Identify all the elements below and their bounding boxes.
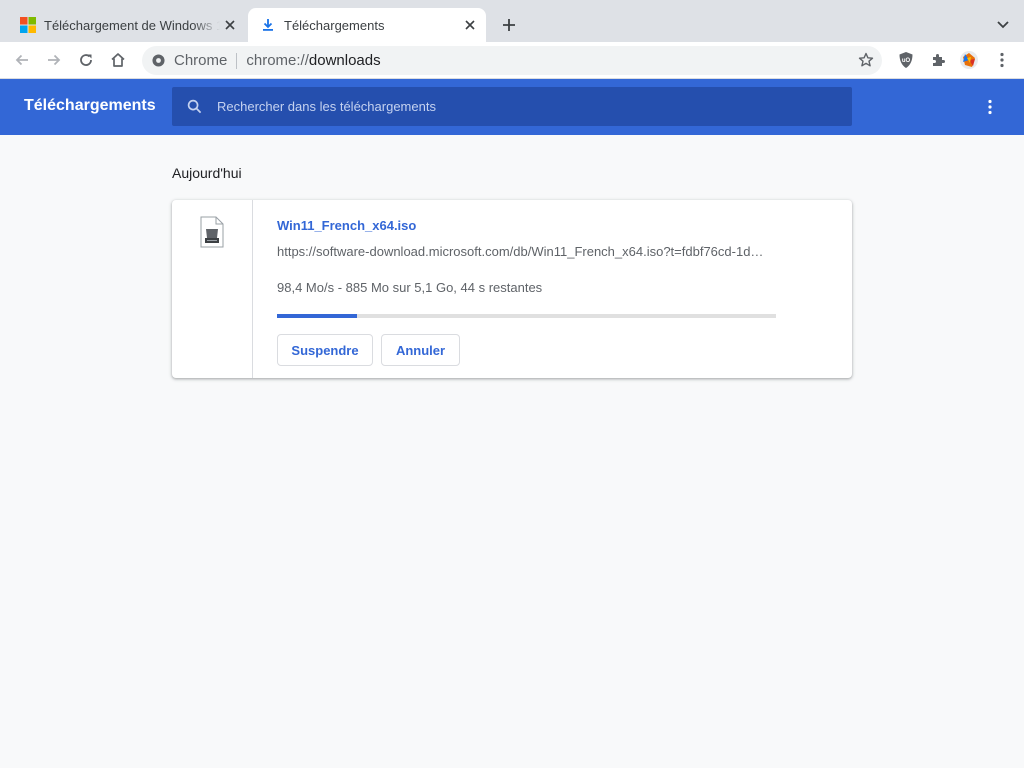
date-heading: Aujourd'hui bbox=[172, 165, 242, 181]
tab-windows11-download[interactable]: Téléchargement de Windows 11 bbox=[8, 8, 246, 42]
download-progress-fill bbox=[277, 314, 357, 318]
page-title: Téléchargements bbox=[24, 97, 156, 114]
profile-avatar-icon[interactable] bbox=[957, 48, 981, 72]
file-icon-column bbox=[172, 200, 253, 378]
chevron-down-icon[interactable] bbox=[992, 14, 1014, 36]
download-item: Win11_French_x64.iso https://software-do… bbox=[172, 200, 852, 378]
home-icon[interactable] bbox=[106, 48, 130, 72]
tab-strip: Téléchargement de Windows 11 Téléchargem… bbox=[0, 0, 1024, 42]
url-path: downloads bbox=[308, 52, 381, 69]
download-progress-bar bbox=[277, 314, 776, 318]
close-tab-icon[interactable] bbox=[220, 15, 240, 35]
bookmark-star-icon[interactable] bbox=[856, 50, 876, 70]
tab-title: Téléchargement de Windows 11 bbox=[44, 17, 220, 33]
back-arrow-icon[interactable] bbox=[10, 48, 34, 72]
extensions-puzzle-icon[interactable] bbox=[926, 48, 950, 72]
pause-button[interactable]: Suspendre bbox=[277, 334, 373, 366]
forward-arrow-icon[interactable] bbox=[42, 48, 66, 72]
disc-image-file-icon bbox=[199, 216, 225, 248]
tab-downloads[interactable]: Téléchargements bbox=[248, 8, 486, 42]
download-icon bbox=[260, 17, 276, 33]
omnibox-divider bbox=[236, 52, 238, 69]
address-bar[interactable]: Chrome chrome://downloads bbox=[142, 46, 882, 75]
site-chip: Chrome bbox=[174, 52, 228, 69]
close-tab-icon[interactable] bbox=[460, 15, 480, 35]
browser-menu-icon[interactable] bbox=[990, 48, 1014, 72]
browser-toolbar: Chrome chrome://downloads uO bbox=[0, 42, 1024, 79]
ublock-shield-icon[interactable]: uO bbox=[894, 48, 918, 72]
microsoft-logo-icon bbox=[20, 17, 36, 33]
new-tab-icon[interactable] bbox=[498, 14, 520, 36]
tab-title: Téléchargements bbox=[284, 17, 385, 33]
svg-text:uO: uO bbox=[902, 58, 911, 64]
search-icon bbox=[185, 98, 203, 116]
download-source-url[interactable]: https://software-download.microsoft.com/… bbox=[277, 244, 777, 259]
url-scheme: chrome:// bbox=[246, 52, 309, 69]
search-input[interactable] bbox=[217, 99, 817, 114]
downloads-search[interactable] bbox=[172, 87, 852, 126]
download-status: 98,4 Mo/s - 885 Mo sur 5,1 Go, 44 s rest… bbox=[277, 280, 543, 295]
downloads-header: Téléchargements bbox=[0, 79, 1024, 135]
download-filename-link[interactable]: Win11_French_x64.iso bbox=[277, 218, 416, 233]
more-actions-icon[interactable] bbox=[980, 97, 1000, 117]
reload-icon[interactable] bbox=[74, 48, 98, 72]
chrome-icon bbox=[151, 54, 165, 68]
cancel-button[interactable]: Annuler bbox=[381, 334, 460, 366]
